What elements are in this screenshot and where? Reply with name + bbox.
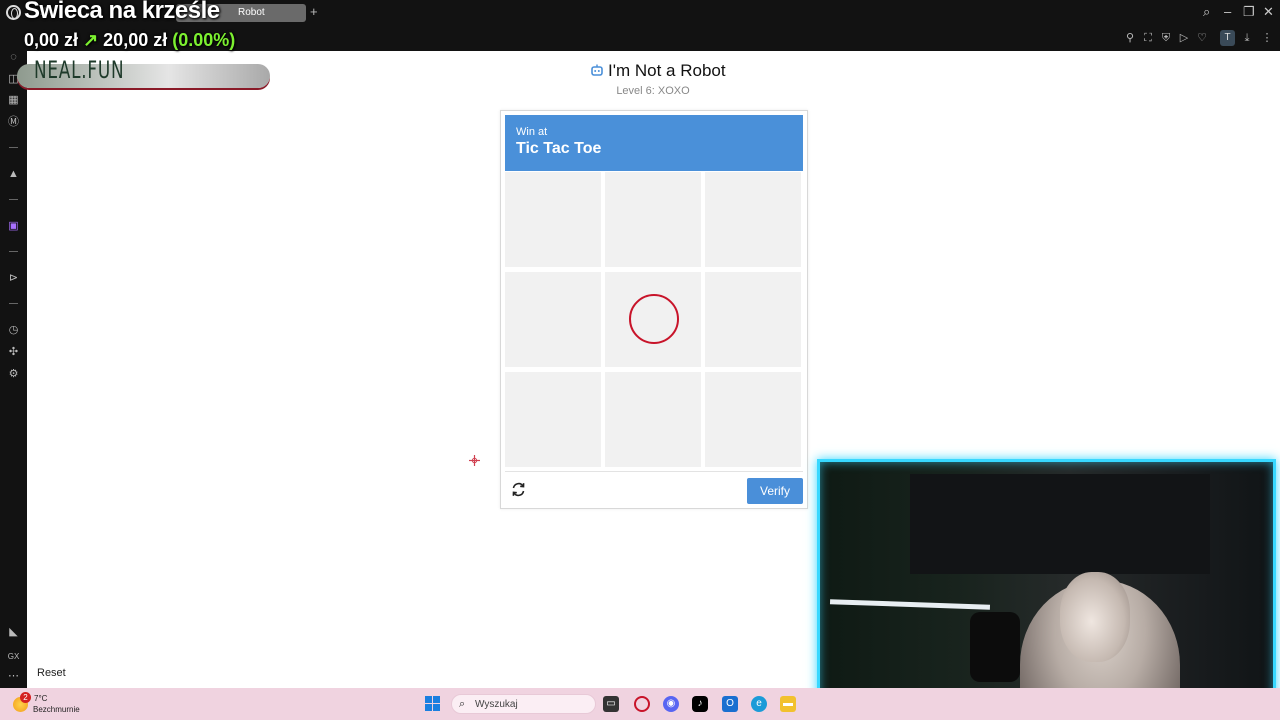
gx-corner-icon[interactable]: ▲: [7, 168, 20, 181]
sidebar-divider: [9, 303, 18, 304]
m-app-icon[interactable]: Ⓜ: [7, 116, 20, 129]
page-title: I'm Not a Robot: [590, 61, 730, 81]
search-icon: ⌕: [459, 698, 466, 710]
refresh-icon[interactable]: [510, 481, 527, 498]
windows-start-icon[interactable]: [425, 696, 441, 712]
discord-icon[interactable]: ◉: [663, 696, 679, 712]
extensions-icon[interactable]: ✣: [7, 346, 20, 359]
webcam-microphone: [970, 612, 1020, 682]
donation-percent: (0.00%): [172, 30, 236, 50]
weather-temperature[interactable]: 7°C: [34, 694, 47, 703]
board-cell-1[interactable]: [505, 172, 601, 267]
captcha-instruction-small: Win at: [516, 126, 548, 138]
webcam-person-head: [1060, 572, 1130, 662]
captcha-footer-divider: [505, 471, 803, 472]
board-cell-9[interactable]: [705, 372, 801, 467]
mouse-cursor-icon: [469, 455, 480, 466]
neal-fun-logo[interactable]: NEAL.FUN: [34, 56, 124, 84]
opera-gx-taskbar-icon[interactable]: [634, 696, 650, 712]
file-explorer-icon[interactable]: ▬: [780, 696, 796, 712]
player-sidebar-icon[interactable]: ⊳: [7, 272, 20, 285]
opera-logo-icon[interactable]: [6, 5, 21, 20]
o-mark: [629, 294, 679, 344]
search-placeholder: Wyszukaj: [475, 699, 518, 710]
more-icon[interactable]: ⋯: [7, 670, 20, 683]
tab-title: Robot: [238, 7, 265, 18]
sidebar-divider: [9, 251, 18, 252]
robot-icon: [591, 64, 603, 76]
history-icon[interactable]: ◷: [7, 324, 20, 337]
trend-arrow-icon: ↗: [83, 30, 99, 50]
sidebar-divider: [9, 147, 18, 148]
board-cell-7[interactable]: [505, 372, 601, 467]
weather-description[interactable]: Bezchmurnie: [33, 705, 80, 714]
wallet-icon[interactable]: ▦: [7, 94, 20, 107]
board-cell-2[interactable]: [605, 172, 701, 267]
new-tab-button[interactable]: +: [310, 4, 318, 19]
donation-current: 0,00 zł: [24, 30, 79, 50]
ai-icon[interactable]: ◌: [7, 51, 20, 64]
minimize-icon[interactable]: –: [1224, 4, 1231, 19]
pin-icon[interactable]: ⚲: [1123, 31, 1137, 45]
browser-sidebar: ◌ ◫ ▦ Ⓜ ▲ ▣ ⊳ ◷ ✣ ⚙ ◣ GX ⋯: [0, 51, 27, 688]
shield-icon[interactable]: ⛨: [1159, 31, 1173, 45]
menu-icon[interactable]: ⋮: [1260, 31, 1274, 45]
restore-icon[interactable]: ❐: [1243, 4, 1255, 20]
reset-button[interactable]: Reset: [30, 664, 70, 682]
download-icon[interactable]: ⤓: [1240, 31, 1254, 45]
edge-icon[interactable]: e: [751, 696, 767, 712]
gx-icon[interactable]: GX: [7, 650, 20, 663]
board-cell-4[interactable]: [505, 272, 601, 367]
captcha-header: Win at Tic Tac Toe: [505, 115, 803, 171]
page-title-text: I'm Not a Robot: [608, 61, 726, 80]
level-subtitle: Level 6: XOXO: [616, 85, 690, 97]
search-tabs-icon[interactable]: ⌕: [1203, 4, 1210, 20]
settings-icon[interactable]: ⚙: [7, 368, 20, 381]
verify-button[interactable]: Verify: [747, 478, 803, 504]
task-view-icon[interactable]: ▭: [603, 696, 619, 712]
heart-icon[interactable]: ♡: [1195, 31, 1209, 45]
twitch-icon[interactable]: ▣: [7, 220, 20, 233]
overlay-donation-goal: 0,00 zł ↗ 20,00 zł (0.00%): [24, 30, 235, 51]
overlay-title: Świeca na krześle: [24, 0, 220, 24]
webcam-overlay: [817, 459, 1276, 714]
outlook-icon[interactable]: O: [722, 696, 738, 712]
control-icon[interactable]: ◣: [7, 626, 20, 639]
captcha-instruction-big: Tic Tac Toe: [516, 140, 602, 157]
weather-badge: 2: [20, 692, 31, 703]
webcam-mic-arm: [829, 599, 991, 610]
board-cell-3[interactable]: [705, 172, 801, 267]
donation-target: 20,00 zł: [103, 30, 168, 50]
profile-avatar[interactable]: T: [1220, 30, 1235, 46]
board-cell-6[interactable]: [705, 272, 801, 367]
snapshot-icon[interactable]: ⛶: [1141, 31, 1155, 45]
player-icon[interactable]: ▷: [1177, 31, 1191, 45]
taskbar-search[interactable]: ⌕ Wyszukaj: [451, 694, 596, 714]
webcam-background-shelf: [910, 474, 1210, 574]
sidebar-divider: [9, 199, 18, 200]
board-cell-8[interactable]: [605, 372, 701, 467]
tiktok-icon[interactable]: ♪: [692, 696, 708, 712]
close-icon[interactable]: ✕: [1263, 4, 1274, 20]
